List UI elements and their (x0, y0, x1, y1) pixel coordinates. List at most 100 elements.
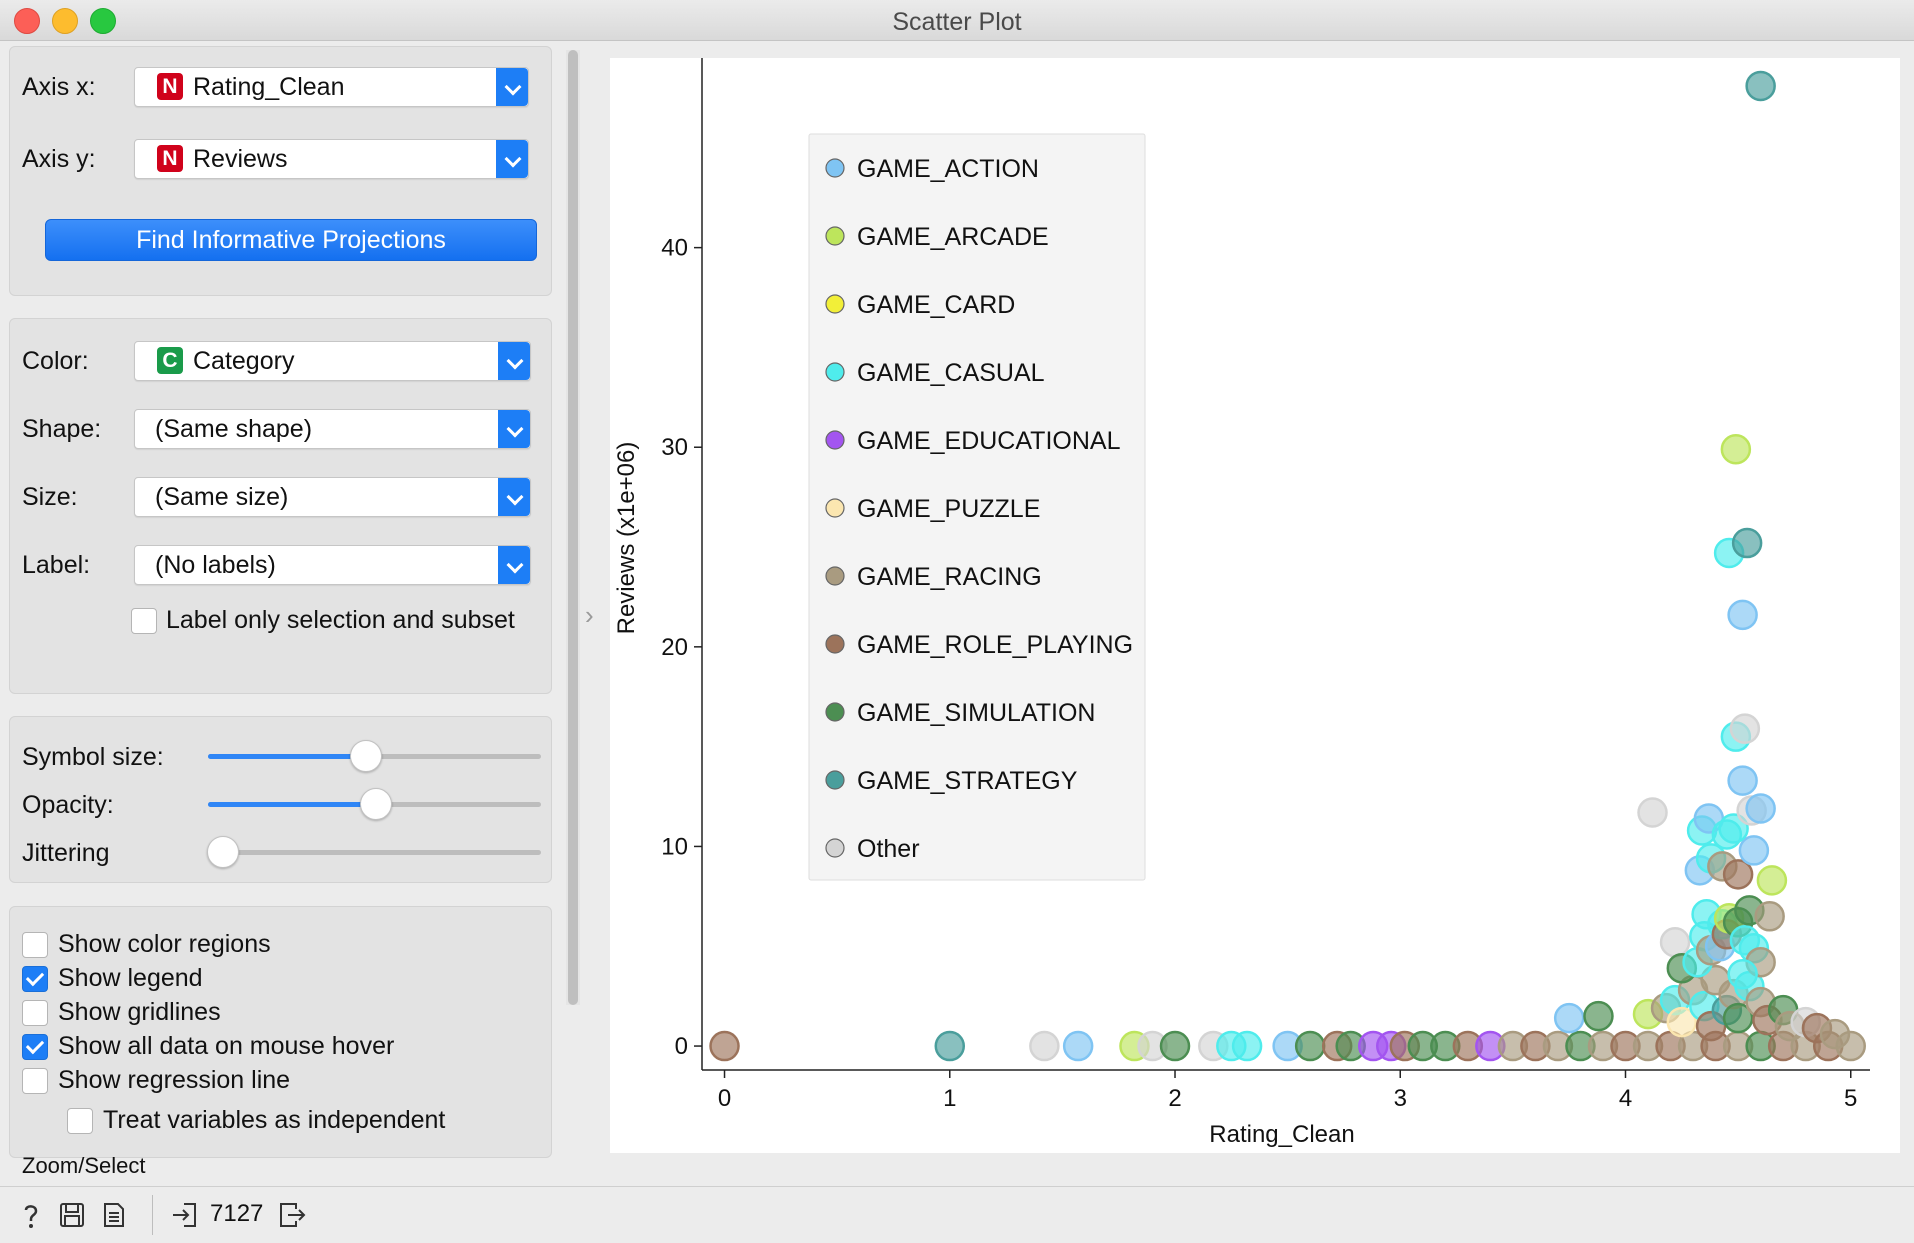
treat-variables-independent-checkbox[interactable] (67, 1108, 93, 1134)
legend-item-label: GAME_EDUCATIONAL (857, 427, 1121, 455)
options-box: Show color regions Show legend Show grid… (9, 906, 552, 1158)
jittering-slider[interactable] (207, 836, 541, 868)
data-point (1727, 958, 1758, 990)
axis-y-value: Reviews (193, 145, 288, 173)
size-value: (Same size) (155, 483, 289, 511)
opacity-slider-knob[interactable] (359, 788, 392, 820)
axis-x-combo[interactable]: N Rating_Clean (134, 67, 529, 107)
categorical-variable-icon: C (157, 347, 183, 374)
y-tick-label: 0 (675, 1033, 688, 1060)
legend-swatch (825, 362, 845, 382)
show-color-regions-checkbox[interactable] (22, 932, 48, 958)
axes-box: Axis x: N Rating_Clean Axis y: N Reviews… (9, 46, 552, 296)
color-combo[interactable]: C Category (134, 341, 531, 381)
legend-item-label: GAME_STRATEGY (857, 767, 1078, 795)
show-legend-text: Show legend (58, 964, 203, 992)
opacity-slider[interactable] (208, 788, 541, 820)
legend-item-label: Other (857, 835, 920, 863)
chevron-down-icon[interactable] (496, 68, 528, 106)
legend-swatch (825, 702, 845, 722)
legend-swatch (825, 838, 845, 858)
legend-swatch (825, 498, 845, 518)
legend-item-label: GAME_ACTION (857, 155, 1039, 183)
legend-swatch (825, 634, 845, 654)
sliders-box: Symbol size: Opacity: Jittering (9, 716, 552, 883)
opacity-slider-fill (208, 802, 375, 807)
data-point (1745, 70, 1776, 102)
label-only-selection-checkbox[interactable] (131, 608, 157, 634)
legend-swatch (825, 770, 845, 790)
axis-x-value: Rating_Clean (193, 73, 345, 101)
legend-item-label: GAME_ARCADE (857, 223, 1049, 251)
data-point (1720, 433, 1752, 465)
legend: GAME_ACTION GAME_ARCADE GAME_CARD GAME_CASU… (808, 133, 1146, 881)
data-point (1738, 835, 1770, 866)
title-bar: Scatter Plot (0, 0, 1914, 41)
x-tick-label: 5 (1844, 1085, 1857, 1112)
shape-combo[interactable]: (Same shape) (134, 409, 531, 449)
data-point (1231, 1030, 1263, 1062)
data-point (1731, 527, 1763, 559)
data-point (1756, 865, 1788, 896)
input-icon[interactable] (170, 1201, 198, 1229)
treat-variables-independent-text: Treat variables as independent (103, 1106, 446, 1134)
legend-item-label: GAME_CASUAL (857, 359, 1045, 387)
chevron-down-icon[interactable] (498, 478, 530, 516)
data-point (1722, 859, 1754, 890)
legend-swatch (825, 158, 845, 178)
legend-swatch (825, 226, 845, 246)
window-title: Scatter Plot (892, 8, 1022, 36)
legend-item-label: GAME_ROLE_PLAYING (857, 631, 1133, 659)
chevron-down-icon[interactable] (496, 140, 528, 178)
show-gridlines-text: Show gridlines (58, 998, 221, 1026)
show-color-regions-text: Show color regions (58, 930, 271, 958)
axis-y-label: Axis y: (22, 145, 96, 173)
chevron-down-icon[interactable] (498, 546, 530, 584)
report-icon[interactable] (100, 1201, 128, 1229)
chevron-right-icon[interactable]: › (585, 600, 594, 631)
legend-item-label: GAME_PUZZLE (857, 495, 1040, 523)
y-tick-label: 10 (661, 833, 688, 860)
show-regression-line-checkbox[interactable] (22, 1068, 48, 1094)
show-all-data-checkbox[interactable] (22, 1034, 48, 1060)
axis-y-combo[interactable]: N Reviews (134, 139, 529, 179)
data-point (1583, 1000, 1614, 1032)
x-tick-label: 0 (718, 1085, 731, 1112)
show-gridlines-checkbox[interactable] (22, 1000, 48, 1026)
size-label: Size: (22, 483, 78, 511)
panel-scrollbar[interactable] (566, 50, 580, 1005)
jittering-slider-knob[interactable] (207, 836, 239, 868)
axis-x-label: Axis x: (22, 73, 96, 101)
shape-label: Shape: (22, 415, 102, 443)
output-icon[interactable] (278, 1201, 306, 1229)
label-combo[interactable]: (No labels) (134, 545, 531, 585)
zoom-select-label: Zoom/Select (22, 1153, 146, 1178)
legend-swatch (825, 430, 845, 450)
find-informative-projections-button[interactable]: Find Informative Projections (45, 219, 537, 261)
data-point (1159, 1030, 1191, 1062)
status-bar: 7127 (0, 1186, 1914, 1243)
help-icon[interactable] (17, 1201, 45, 1229)
size-combo[interactable]: (Same size) (134, 477, 531, 517)
label-label: Label: (22, 551, 91, 579)
data-point (709, 1030, 740, 1062)
x-axis-title: Rating_Clean (1209, 1121, 1354, 1148)
show-regression-line-text: Show regression line (58, 1066, 291, 1094)
status-separator (152, 1195, 153, 1235)
color-value: Category (193, 347, 295, 375)
symbol-size-slider-knob[interactable] (349, 740, 382, 772)
show-legend-checkbox[interactable] (22, 966, 48, 992)
panel-scrollbar-thumb[interactable] (568, 50, 578, 1005)
scatter-chart[interactable]: 0 1 2 3 4 5 0 10 20 30 40 Rating_Clean Reviews (x1e+… (610, 58, 1900, 1153)
chevron-down-icon[interactable] (498, 410, 530, 448)
numeric-variable-icon: N (157, 145, 183, 172)
symbol-size-slider[interactable] (208, 740, 541, 772)
data-point (1294, 1030, 1326, 1062)
label-value: (No labels) (155, 551, 276, 579)
opacity-label: Opacity: (22, 791, 114, 819)
data-point (1029, 1030, 1060, 1062)
data-count: 7127 (210, 1200, 264, 1227)
plot-area[interactable]: 0 1 2 3 4 5 0 10 20 30 40 Rating_Clean Reviews (x1e+… (610, 58, 1900, 1153)
chevron-down-icon[interactable] (498, 342, 530, 380)
save-icon[interactable] (58, 1201, 86, 1229)
